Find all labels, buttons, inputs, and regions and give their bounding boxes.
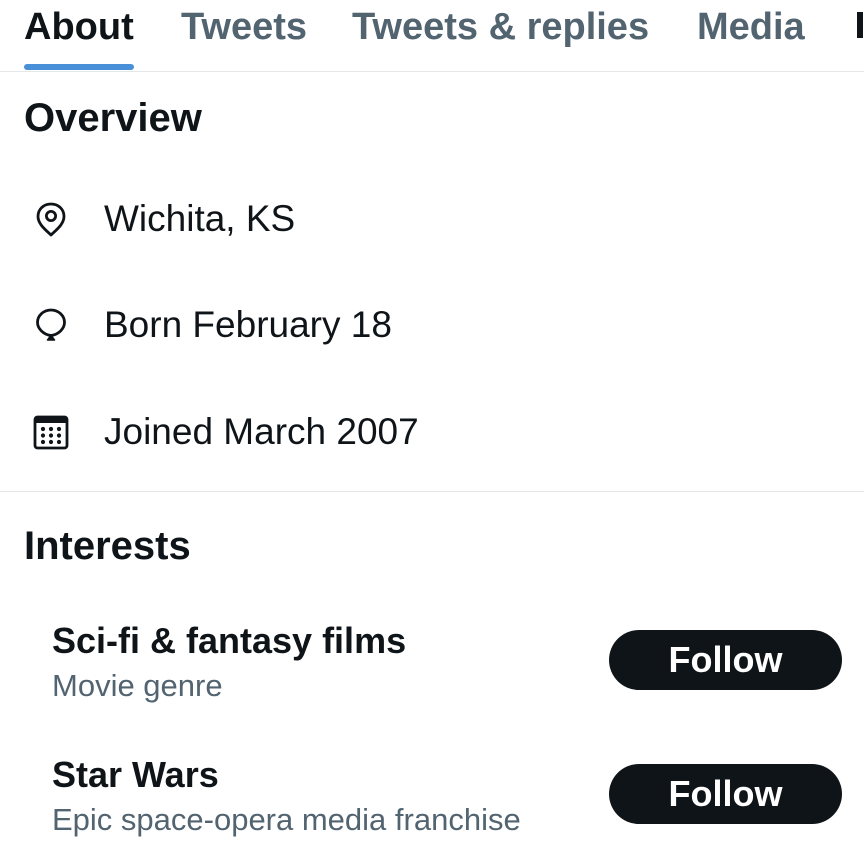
interest-item[interactable]: Sci-fi & fantasy films Movie genre Follo… <box>0 620 864 710</box>
balloon-icon <box>36 308 66 341</box>
tab-overflow-edge[interactable] <box>857 12 863 38</box>
active-tab-indicator <box>24 64 134 70</box>
interest-description: Epic space-opera media franchise <box>52 802 521 837</box>
tab-tweets[interactable]: Tweets <box>181 6 307 48</box>
interest-description: Movie genre <box>52 668 223 703</box>
location-pin-icon <box>36 202 66 237</box>
interests-heading: Interests <box>24 524 191 568</box>
tab-media[interactable]: Media <box>697 6 805 48</box>
calendar-icon <box>33 415 69 450</box>
joined-text: Joined March 2007 <box>104 411 419 452</box>
interest-item[interactable]: Star Wars Epic space-opera media franchi… <box>0 754 864 844</box>
overview-heading: Overview <box>24 96 202 140</box>
profile-about-page: About Tweets Tweets & replies Media Over… <box>0 0 864 864</box>
section-divider <box>0 491 864 492</box>
birthday-row: Born February 18 <box>0 300 864 350</box>
follow-button[interactable]: Follow <box>609 630 842 690</box>
location-text: Wichita, KS <box>104 198 296 239</box>
profile-tabs: About Tweets Tweets & replies Media <box>0 0 864 72</box>
birthday-text: Born February 18 <box>104 304 392 345</box>
joined-row: Joined March 2007 <box>0 407 864 457</box>
interest-name: Star Wars <box>52 754 219 795</box>
location-row: Wichita, KS <box>0 194 864 244</box>
tab-tweets-and-replies[interactable]: Tweets & replies <box>352 6 649 48</box>
tab-about[interactable]: About <box>24 6 134 48</box>
follow-button[interactable]: Follow <box>609 764 842 824</box>
interest-name: Sci-fi & fantasy films <box>52 620 407 661</box>
